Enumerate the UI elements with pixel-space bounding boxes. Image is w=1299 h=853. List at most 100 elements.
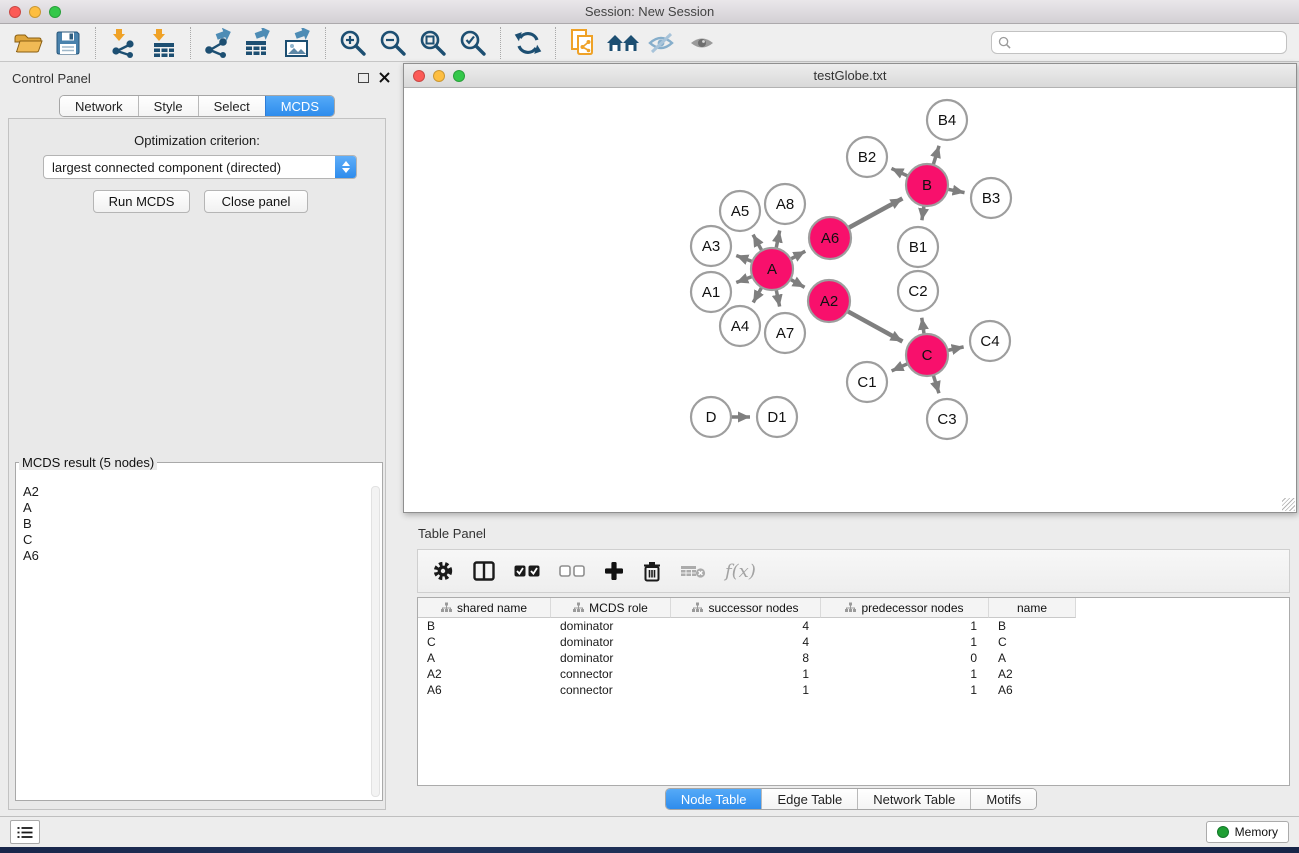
table-row[interactable]: A2connector11A2 bbox=[418, 666, 1289, 682]
network-minimize-button[interactable] bbox=[433, 70, 445, 82]
show-all-button[interactable] bbox=[683, 26, 723, 60]
edge-A6-B[interactable] bbox=[847, 198, 903, 228]
node-label-B2: B2 bbox=[858, 149, 876, 166]
new-network-from-selection-icon bbox=[568, 28, 598, 58]
columns-icon bbox=[473, 561, 495, 581]
zoom-out-icon bbox=[379, 29, 407, 57]
plus-icon bbox=[604, 561, 624, 581]
result-scrollbar[interactable] bbox=[371, 486, 380, 797]
dropdown-stepper-icon bbox=[335, 156, 356, 178]
open-session-button[interactable] bbox=[8, 26, 48, 60]
table-tabs: Node TableEdge TableNetwork TableMotifs bbox=[665, 788, 1037, 810]
table-row[interactable]: Adominator80A bbox=[418, 650, 1289, 666]
control-panel-tabs: NetworkStyleSelectMCDS bbox=[59, 95, 335, 117]
zoom-in-button[interactable] bbox=[333, 26, 373, 60]
table-settings-button[interactable] bbox=[432, 560, 454, 582]
export-network-button[interactable] bbox=[198, 26, 238, 60]
column-header-predecessor-nodes[interactable]: predecessor nodes bbox=[821, 598, 989, 618]
node-label-A1: A1 bbox=[702, 284, 720, 301]
float-panel-icon[interactable] bbox=[358, 73, 369, 83]
cell-shared-name: A bbox=[418, 650, 551, 666]
tab-motifs[interactable]: Motifs bbox=[970, 789, 1036, 809]
zoom-selected-button[interactable] bbox=[453, 26, 493, 60]
table-row[interactable]: Bdominator41B bbox=[418, 618, 1289, 634]
result-item[interactable]: C bbox=[17, 532, 370, 548]
toolbar-separator bbox=[325, 27, 326, 59]
table-row[interactable]: A6connector11A6 bbox=[418, 682, 1289, 698]
new-network-from-selection-button[interactable] bbox=[563, 26, 603, 60]
export-image-icon bbox=[282, 28, 314, 58]
delete-table-button[interactable] bbox=[680, 563, 706, 579]
save-session-button[interactable] bbox=[48, 26, 88, 60]
table-row[interactable]: Cdominator41C bbox=[418, 634, 1289, 650]
refresh-layout-button[interactable] bbox=[508, 26, 548, 60]
edge-A2-C[interactable] bbox=[846, 310, 903, 341]
edge-C-C3[interactable] bbox=[933, 373, 939, 393]
optimization-criterion-dropdown[interactable]: largest connected component (directed) bbox=[43, 155, 357, 179]
search-input[interactable] bbox=[1015, 35, 1280, 51]
import-table-button[interactable] bbox=[143, 26, 183, 60]
close-window-button[interactable] bbox=[9, 6, 21, 18]
close-panel-icon[interactable] bbox=[379, 72, 390, 83]
result-item[interactable]: A2 bbox=[17, 484, 370, 500]
zoom-out-button[interactable] bbox=[373, 26, 413, 60]
column-header-shared-name[interactable]: shared name bbox=[418, 598, 551, 618]
network-canvas[interactable]: B4B2BB3A8A5A6A3B1AC2A1A2A4A7C4CC1DD1C3 bbox=[404, 88, 1296, 512]
show-columns-button[interactable] bbox=[473, 561, 495, 581]
network-close-button[interactable] bbox=[413, 70, 425, 82]
export-table-button[interactable] bbox=[238, 26, 278, 60]
export-network-icon bbox=[202, 28, 234, 58]
gear-icon bbox=[432, 560, 454, 582]
add-entry-button[interactable] bbox=[604, 561, 624, 581]
edge-B-B4[interactable] bbox=[933, 146, 939, 167]
result-item[interactable]: A bbox=[17, 500, 370, 516]
cell-successor-nodes: 4 bbox=[671, 634, 821, 650]
tab-network-table[interactable]: Network Table bbox=[857, 789, 970, 809]
tab-network[interactable]: Network bbox=[60, 96, 138, 116]
control-panel-tab-row: NetworkStyleSelectMCDS bbox=[8, 95, 386, 117]
toolbar-separator bbox=[555, 27, 556, 59]
mcds-result-box: MCDS result (5 nodes) A2ABCA6 bbox=[15, 455, 383, 801]
cell-predecessor-nodes: 1 bbox=[821, 682, 989, 698]
memory-button[interactable]: Memory bbox=[1206, 821, 1289, 843]
function-builder-button[interactable]: f(x) bbox=[725, 561, 756, 582]
first-neighbors-button[interactable] bbox=[603, 26, 643, 60]
hide-selected-button[interactable] bbox=[643, 26, 683, 60]
run-mcds-button[interactable]: Run MCDS bbox=[93, 190, 190, 213]
column-header-MCDS-role[interactable]: MCDS role bbox=[551, 598, 671, 618]
cell-shared-name: B bbox=[418, 618, 551, 634]
column-header-successor-nodes[interactable]: successor nodes bbox=[671, 598, 821, 618]
select-all-button[interactable] bbox=[514, 565, 540, 577]
checked-boxes-icon bbox=[514, 565, 540, 577]
column-type-icon bbox=[845, 602, 856, 613]
desktop-edge bbox=[0, 847, 1299, 853]
node-label-A7: A7 bbox=[776, 325, 794, 342]
minimize-window-button[interactable] bbox=[29, 6, 41, 18]
status-bar: Memory bbox=[0, 816, 1299, 847]
column-type-icon bbox=[573, 602, 584, 613]
tab-select[interactable]: Select bbox=[198, 96, 265, 116]
tab-edge-table[interactable]: Edge Table bbox=[761, 789, 857, 809]
zoom-window-button[interactable] bbox=[49, 6, 61, 18]
close-panel-button[interactable]: Close panel bbox=[204, 190, 308, 213]
search-field[interactable] bbox=[991, 31, 1287, 54]
window-resize-grip[interactable] bbox=[1282, 498, 1295, 511]
result-item[interactable]: B bbox=[17, 516, 370, 532]
network-zoom-button[interactable] bbox=[453, 70, 465, 82]
column-type-icon bbox=[441, 602, 452, 613]
tab-mcds[interactable]: MCDS bbox=[265, 96, 334, 116]
result-item[interactable]: A6 bbox=[17, 548, 370, 564]
mcds-result-title: MCDS result (5 nodes) bbox=[19, 455, 157, 470]
column-header-name[interactable]: name bbox=[989, 598, 1076, 618]
network-window-titlebar[interactable]: testGlobe.txt bbox=[404, 64, 1296, 88]
toolbar-separator bbox=[500, 27, 501, 59]
zoom-fit-button[interactable] bbox=[413, 26, 453, 60]
tab-style[interactable]: Style bbox=[138, 96, 198, 116]
node-label-D: D bbox=[706, 409, 717, 426]
import-network-button[interactable] bbox=[103, 26, 143, 60]
tab-node-table[interactable]: Node Table bbox=[666, 789, 762, 809]
deselect-all-button[interactable] bbox=[559, 565, 585, 577]
export-image-button[interactable] bbox=[278, 26, 318, 60]
delete-entry-button[interactable] bbox=[643, 561, 661, 582]
task-history-button[interactable] bbox=[10, 820, 40, 844]
